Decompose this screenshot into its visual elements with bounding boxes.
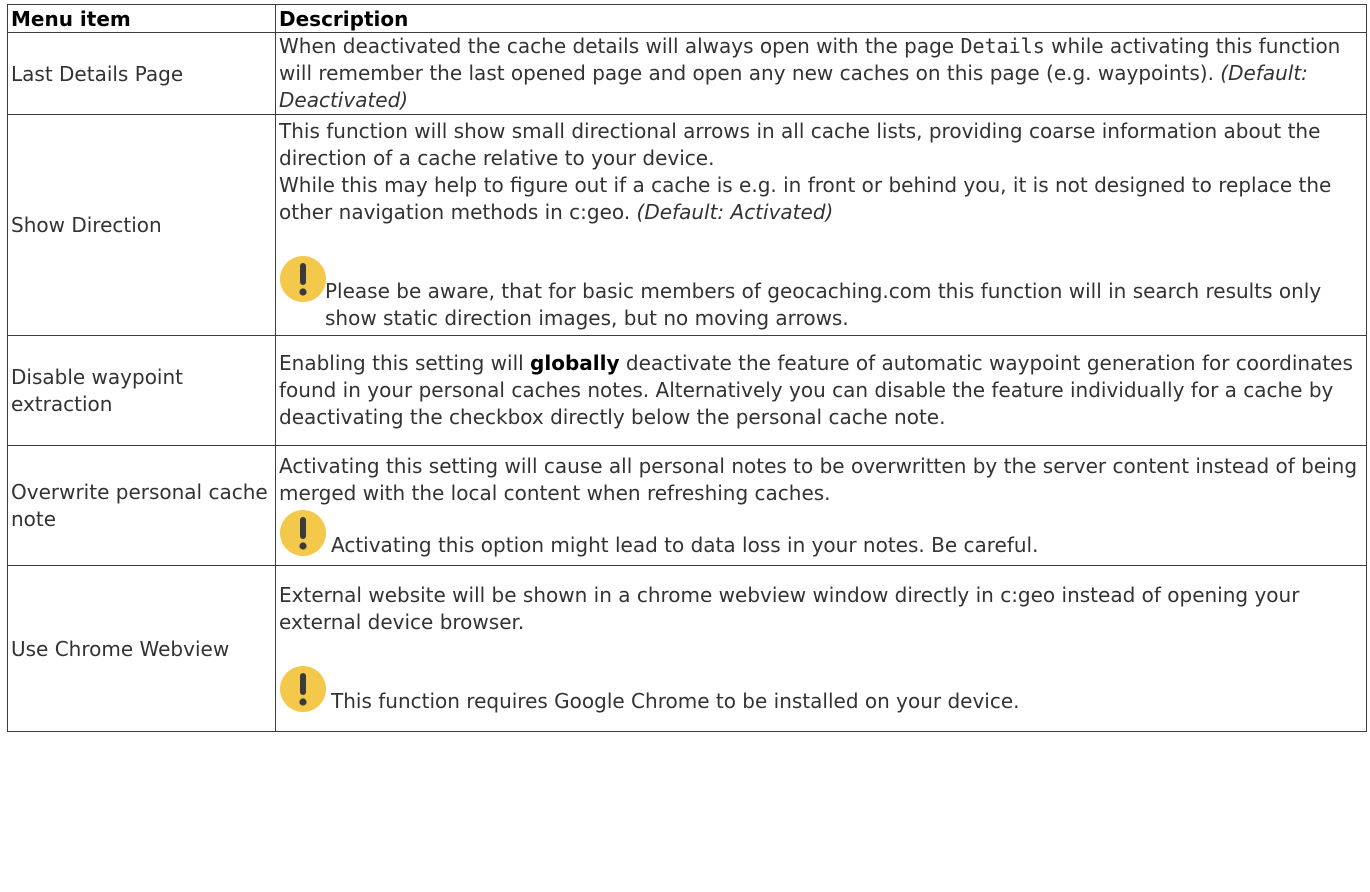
- description-cell: Enabling this setting will globally deac…: [275, 335, 1367, 446]
- header-description: Description: [275, 4, 1367, 33]
- description-paragraph: Activating this setting will cause all p…: [279, 453, 1358, 505]
- note-text: Please be aware, that for basic members …: [325, 279, 1322, 330]
- menu-item-show-direction: Show Direction: [7, 114, 276, 336]
- important-note: This function requires Google Chrome to …: [279, 663, 1362, 715]
- note-text: Activating this option might lead to dat…: [331, 532, 1039, 557]
- menu-item-disable-waypoint-extraction: Disable waypoint extraction: [7, 335, 276, 446]
- description-cell: When deactivated the cache details will …: [275, 32, 1367, 115]
- exclamation-warning-icon: [279, 665, 327, 713]
- table-row: Last Details Page When deactivated the c…: [7, 32, 1367, 115]
- description-cell: Activating this setting will cause all p…: [275, 445, 1367, 566]
- table-header-row: Menu item Description: [7, 4, 1367, 33]
- menu-item-last-details-page: Last Details Page: [7, 32, 276, 115]
- note-text: This function requires Google Chrome to …: [331, 689, 1020, 713]
- table-row: Show Direction This function will show s…: [7, 114, 1367, 336]
- table-row: Overwrite personal cache note Activating…: [7, 445, 1367, 566]
- settings-table: Menu item Description Last Details Page …: [7, 4, 1367, 732]
- menu-item-overwrite-personal-cache-note: Overwrite personal cache note: [7, 445, 276, 566]
- default-value: (Default: Activated): [636, 200, 834, 224]
- table-row: Disable waypoint extraction Enabling thi…: [7, 335, 1367, 446]
- exclamation-warning-icon: [279, 509, 327, 557]
- bold-emphasis: globally: [530, 351, 620, 375]
- code-details: Details: [960, 34, 1045, 58]
- exclamation-warning-icon: [279, 255, 327, 303]
- header-menu-item: Menu item: [7, 4, 276, 33]
- menu-item-use-chrome-webview: Use Chrome Webview: [7, 565, 276, 732]
- description-cell: This function will show small directiona…: [275, 114, 1367, 336]
- table-row: Use Chrome Webview External website will…: [7, 565, 1367, 732]
- description-text: Enabling this setting will: [279, 351, 531, 375]
- description-paragraph: This function will show small directiona…: [279, 119, 1321, 170]
- description-paragraph: External website will be shown in a chro…: [279, 583, 1300, 634]
- description-paragraph: While this may help to figure out if a c…: [279, 172, 1362, 226]
- important-note: Activating this option might lead to dat…: [279, 507, 1362, 559]
- description-text: When deactivated the cache details will …: [279, 34, 961, 58]
- description-cell: External website will be shown in a chro…: [275, 565, 1367, 732]
